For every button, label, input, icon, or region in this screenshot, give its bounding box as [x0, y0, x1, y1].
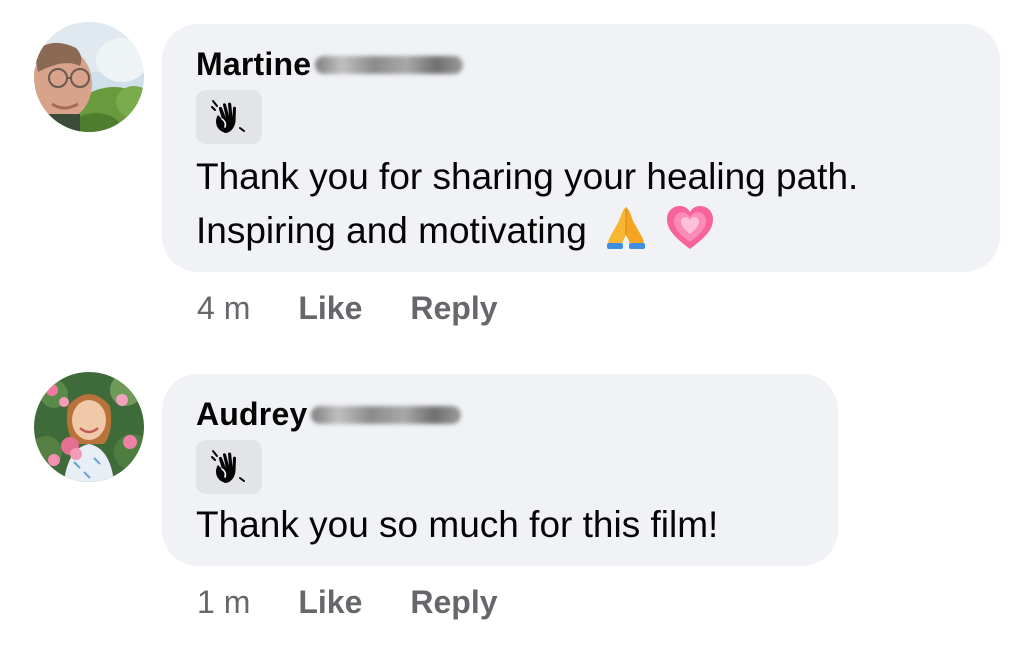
- avatar[interactable]: [34, 22, 144, 132]
- author-name[interactable]: Martine: [196, 46, 311, 83]
- author-name[interactable]: Audrey: [196, 396, 307, 433]
- comment-text-line-with-emoji: Inspiring and motivating: [196, 204, 858, 258]
- redacted-last-name: [311, 405, 462, 424]
- avatar-photo: [34, 372, 144, 482]
- comment-text: Thank you so much for this film!: [196, 498, 718, 552]
- author-row: Martine: [196, 46, 464, 83]
- badge: [196, 90, 262, 144]
- redacted-last-name: [315, 55, 464, 74]
- comment-text-line: Inspiring and motivating: [196, 210, 587, 251]
- waving-hand-icon: [211, 100, 245, 133]
- reply-button[interactable]: Reply: [410, 584, 497, 621]
- comment-text: Thank you for sharing your healing path.…: [196, 150, 858, 258]
- comment-actions: 4 m Like Reply: [197, 290, 498, 327]
- reply-button[interactable]: Reply: [410, 290, 497, 327]
- avatar[interactable]: [34, 372, 144, 482]
- like-button[interactable]: Like: [298, 584, 362, 621]
- growing-heart-emoji: [667, 206, 714, 249]
- timestamp[interactable]: 1 m: [197, 584, 250, 621]
- waving-hand-icon: [211, 450, 245, 483]
- comment-bubble: Audrey Thank you so much for this film!: [162, 374, 838, 566]
- timestamp[interactable]: 4 m: [197, 290, 250, 327]
- avatar-photo: [34, 22, 144, 132]
- folded-hands-emoji: [607, 207, 646, 249]
- comment-actions: 1 m Like Reply: [197, 584, 498, 621]
- like-button[interactable]: Like: [298, 290, 362, 327]
- comment-text-line: Thank you for sharing your healing path.: [196, 156, 859, 197]
- author-row: Audrey: [196, 396, 462, 433]
- badge: [196, 440, 262, 494]
- comment-text-line: Thank you so much for this film!: [196, 504, 719, 545]
- comment-bubble: Martine Thank you for sharing your heali…: [162, 24, 1000, 272]
